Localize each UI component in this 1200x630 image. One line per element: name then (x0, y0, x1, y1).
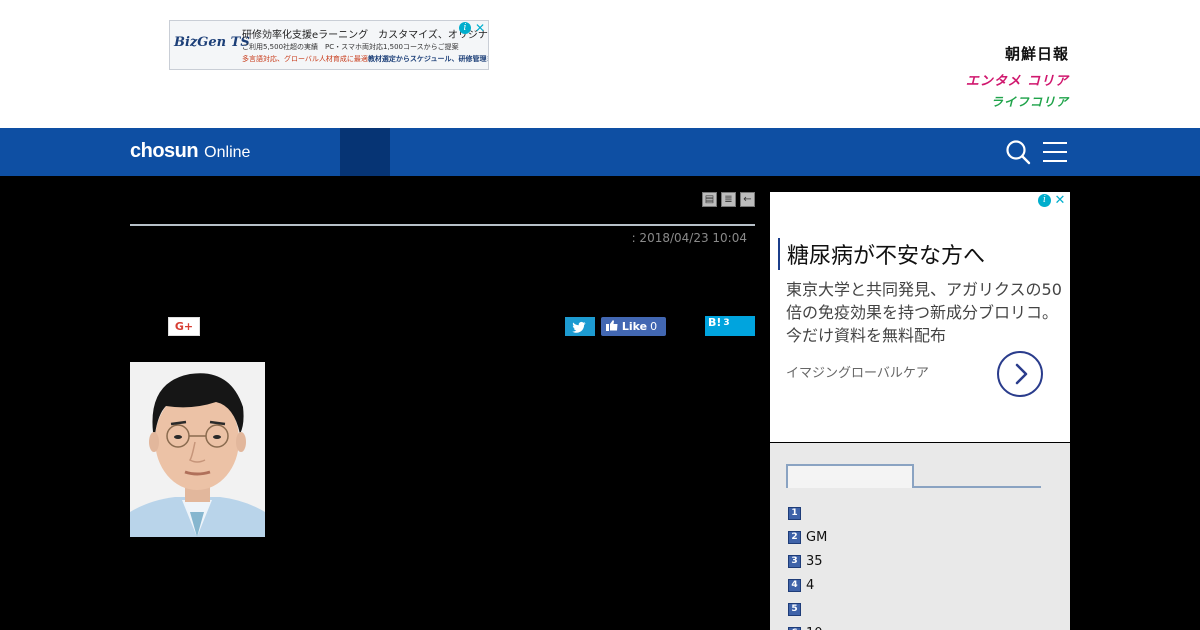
hatena-bookmark-button[interactable]: B! 3 (705, 316, 755, 336)
author-photo (130, 362, 265, 537)
brand-chosun-ilbo[interactable]: 朝鮮日報 (1005, 43, 1069, 64)
ad-line-3: 多言語対応、グローバル人材育成に最適教材選定からスケジュール、研修管理までサポー… (242, 54, 488, 64)
facebook-like-button[interactable]: Like 0 (601, 317, 666, 336)
ranking-item[interactable]: 5 (788, 597, 827, 621)
ad-line-3-red: 多言語対応、グローバル人材育成に最適 (242, 55, 368, 63)
sidebar-ad-marks: i ✕ (1038, 194, 1066, 207)
ranking-tab-inactive[interactable] (914, 486, 1041, 488)
rank-number: 6 (788, 626, 801, 630)
ad-advertiser: イマジングローバルケア (786, 366, 929, 381)
close-icon[interactable]: ✕ (1054, 194, 1066, 207)
ranking-item[interactable]: 1 (788, 501, 827, 525)
ad-logo: BizGen TS (174, 35, 250, 50)
site-logo[interactable]: chosun Online (130, 140, 250, 163)
article-date: : 2018/04/23 10:04 (631, 231, 747, 245)
rank-number: 3 (788, 554, 801, 568)
brand-entame-korea[interactable]: エンタメ コリア (966, 70, 1069, 89)
rank-title[interactable]: 35 (806, 554, 823, 569)
adchoices-icon[interactable]: i (459, 22, 471, 34)
search-icon[interactable] (1005, 139, 1031, 165)
ad-headline[interactable]: 糖尿病が不安な方へ (778, 238, 985, 270)
print-icon[interactable]: ▤ (702, 192, 717, 207)
nav-tab-active[interactable] (340, 128, 390, 176)
rank-number: 4 (788, 578, 801, 592)
hamburger-menu-icon[interactable] (1043, 141, 1067, 163)
ranking-item[interactable]: 6 10 (788, 621, 827, 630)
like-count: 0 (650, 320, 658, 333)
back-icon[interactable]: ← (740, 192, 755, 207)
adchoices-icon[interactable]: i (1038, 194, 1051, 207)
ranking-list: 1 2 GM 3 35 44 5 6 10 (788, 501, 827, 630)
google-plus-button[interactable]: G+ (168, 317, 200, 336)
ad-body: 東京大学と共同発見、アガリクスの50倍の免疫効果を持つ新成分ブロリコ。今だけ資料… (786, 280, 1062, 345)
top-banner-ad[interactable]: BizGen TS 研修効率化支援eラーニング カスタマイズ、オリジナルコース … (169, 20, 489, 70)
thumbs-up-icon (606, 320, 618, 331)
rank-number: 5 (788, 602, 801, 616)
ranking-tab-active[interactable] (786, 464, 914, 488)
ad-line-2: ご利用5,500社超の実績 PC・スマホ両対応1,500コースからご提案 (242, 43, 459, 51)
ad-arrow-button[interactable] (997, 351, 1043, 397)
rank-title[interactable]: 4 (806, 578, 814, 593)
rank-title[interactable]: 10 (806, 626, 823, 630)
rank-number: 1 (788, 506, 801, 520)
close-icon[interactable]: ✕ (474, 22, 486, 34)
hatena-label: B! (708, 316, 722, 329)
like-label: Like (621, 320, 648, 333)
article-divider (130, 224, 755, 226)
chevron-right-icon (1015, 363, 1028, 385)
rank-number: 2 (788, 530, 801, 544)
top-header: BizGen TS 研修効率化支援eラーニング カスタマイズ、オリジナルコース … (0, 0, 1200, 128)
ranking-item[interactable]: 2 GM (788, 525, 827, 549)
ranking-panel: 1 2 GM 3 35 44 5 6 10 (770, 443, 1070, 630)
rank-title[interactable]: GM (806, 530, 827, 545)
text-size-icon[interactable]: ≣ (721, 192, 736, 207)
twitter-icon (572, 321, 586, 333)
ranking-item[interactable]: 3 35 (788, 549, 827, 573)
site-logo-light: Online (204, 144, 251, 161)
ad-marks: i ✕ (459, 22, 486, 34)
sidebar-ad[interactable]: i ✕ 糖尿病が不安な方へ 東京大学と共同発見、アガリクスの50倍の免疫効果を持… (770, 192, 1070, 442)
ad-line-1: 研修効率化支援eラーニング カスタマイズ、オリジナルコース (242, 30, 488, 41)
ad-line-3-blue: 教材選定からスケジュール、研修管理までサポート (367, 55, 488, 63)
ranking-item[interactable]: 44 (788, 573, 827, 597)
hatena-count: 3 (723, 318, 730, 328)
site-logo-bold: chosun (130, 140, 199, 162)
brand-life-korea[interactable]: ライフコリア (991, 93, 1069, 110)
tweet-button[interactable] (565, 317, 595, 336)
article-tools: ▤ ≣ ← (702, 192, 755, 207)
